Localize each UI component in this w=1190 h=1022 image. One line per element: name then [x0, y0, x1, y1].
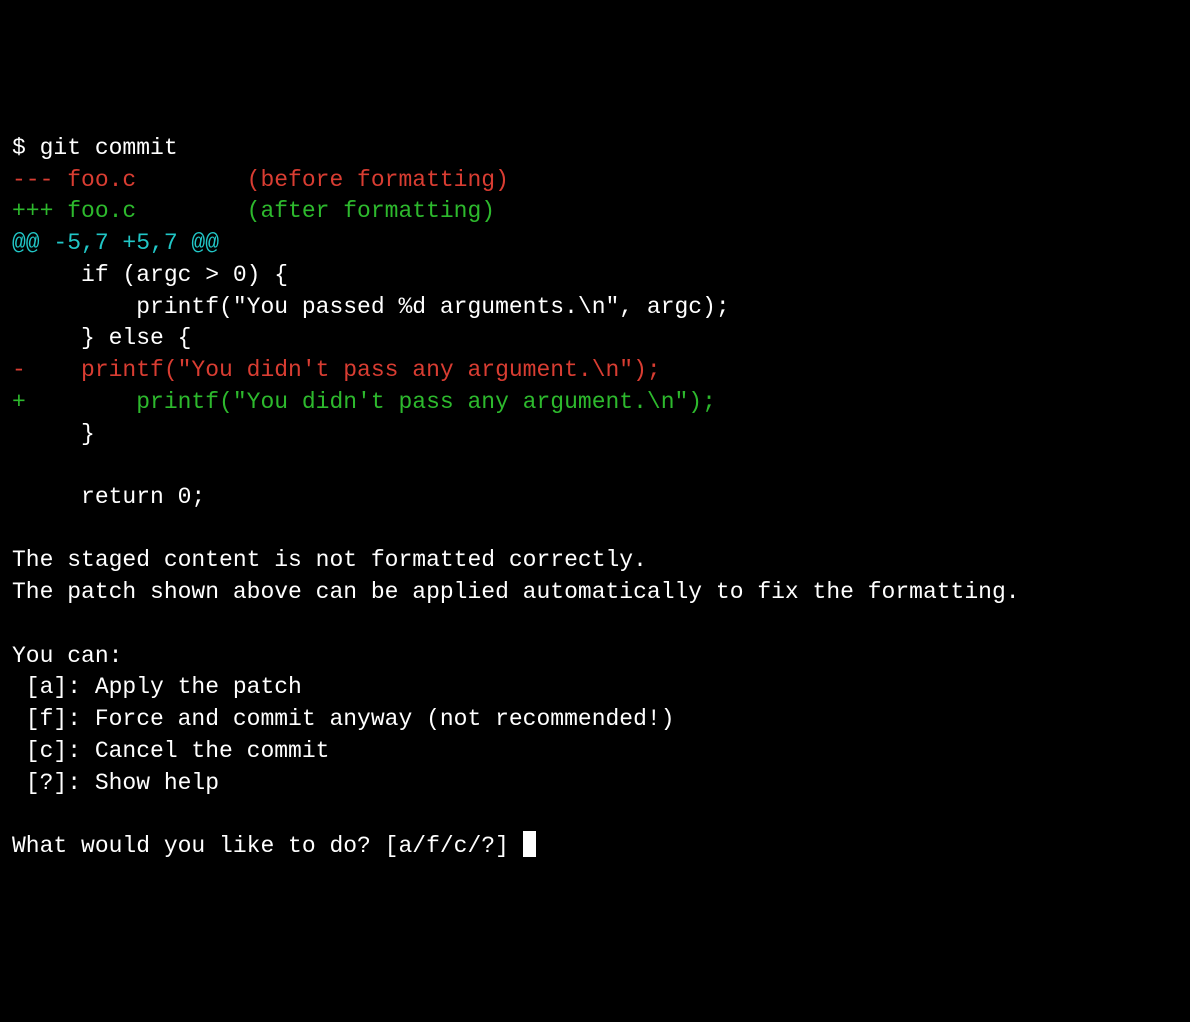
- message-line: The staged content is not formatted corr…: [12, 547, 647, 573]
- diff-context-line: if (argc > 0) {: [12, 262, 288, 288]
- diff-context-line: } else {: [12, 325, 191, 351]
- command-text: git commit: [40, 135, 178, 161]
- options-header: You can:: [12, 643, 122, 669]
- prompt-question[interactable]: What would you like to do? [a/f/c/?]: [12, 833, 523, 859]
- diff-added-line: + printf("You didn't pass any argument.\…: [12, 389, 716, 415]
- diff-context-line: }: [12, 421, 95, 447]
- diff-plus-header: +++ foo.c (after formatting): [12, 198, 495, 224]
- diff-context-line: return 0;: [12, 484, 205, 510]
- diff-removed-line: - printf("You didn't pass any argument.\…: [12, 357, 661, 383]
- shell-prompt: $: [12, 135, 40, 161]
- cursor-icon[interactable]: [523, 831, 536, 857]
- diff-context-line: printf("You passed %d arguments.\n", arg…: [12, 294, 730, 320]
- diff-hunk-header: @@ -5,7 +5,7 @@: [12, 230, 219, 256]
- message-line: The patch shown above can be applied aut…: [12, 579, 1020, 605]
- diff-minus-header: --- foo.c (before formatting): [12, 167, 509, 193]
- option-apply: [a]: Apply the patch: [12, 674, 302, 700]
- terminal-output: $ git commit --- foo.c (before formattin…: [12, 133, 1178, 863]
- option-force: [f]: Force and commit anyway (not recomm…: [12, 706, 675, 732]
- option-help: [?]: Show help: [12, 770, 219, 796]
- option-cancel: [c]: Cancel the commit: [12, 738, 329, 764]
